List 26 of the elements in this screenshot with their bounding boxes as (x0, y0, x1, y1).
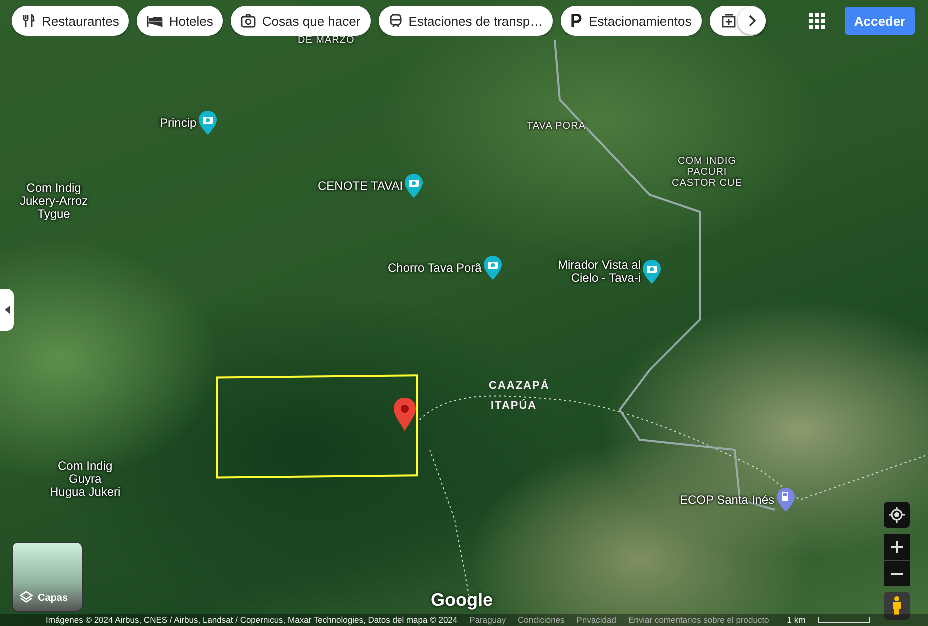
layers-button[interactable]: Capas (12, 542, 83, 612)
map-label[interactable]: Princip (160, 116, 197, 130)
google-logo: Google (431, 590, 493, 611)
footer-link[interactable]: Privacidad (576, 615, 616, 625)
map-label[interactable]: DE MARZO (298, 35, 355, 46)
map-label[interactable]: ITAPÚA (491, 400, 538, 413)
sign-in-button[interactable]: Acceder (845, 7, 915, 35)
footer-link[interactable]: Paraguay (470, 615, 506, 625)
map-label[interactable]: Chorro Tava Porã (388, 262, 482, 274)
category-chip[interactable]: Estaciones de transp… (378, 6, 554, 36)
map-label[interactable]: Mirador Vista al Cielo - Tava-i (558, 259, 642, 285)
map-label[interactable]: TAVA PORA (527, 121, 586, 132)
category-chip[interactable]: Hoteles (137, 6, 224, 36)
imagery-attribution: Imágenes © 2024 Airbus, CNES / Airbus, Landsat / Copernicus, Maxar Technologies, Datos del mapa © 2024 (46, 615, 458, 625)
map-label[interactable]: Com Indig Guyra Hugua Jukeri (50, 460, 121, 499)
map-label[interactable]: Com Indig Jukery-Arroz Tygue (20, 182, 88, 221)
map-label[interactable]: ECOP Santa Inés (680, 494, 774, 506)
map-label[interactable]: COM INDIG PACURI CASTOR CUE (672, 156, 742, 189)
map-label[interactable]: CENOTE TAVAI (318, 180, 404, 192)
map-label[interactable]: CAAZAPÁ (489, 380, 550, 393)
footer-link[interactable]: Enviar comentarios sobre el producto (628, 615, 770, 625)
footer-link[interactable]: Condiciones (518, 615, 565, 625)
category-chip[interactable]: Estacionamientos (561, 6, 702, 36)
scale-label: 1 km (787, 615, 806, 625)
category-chip[interactable]: Cosas que hacer (231, 6, 371, 36)
category-chip[interactable]: Restaurantes (12, 6, 130, 36)
